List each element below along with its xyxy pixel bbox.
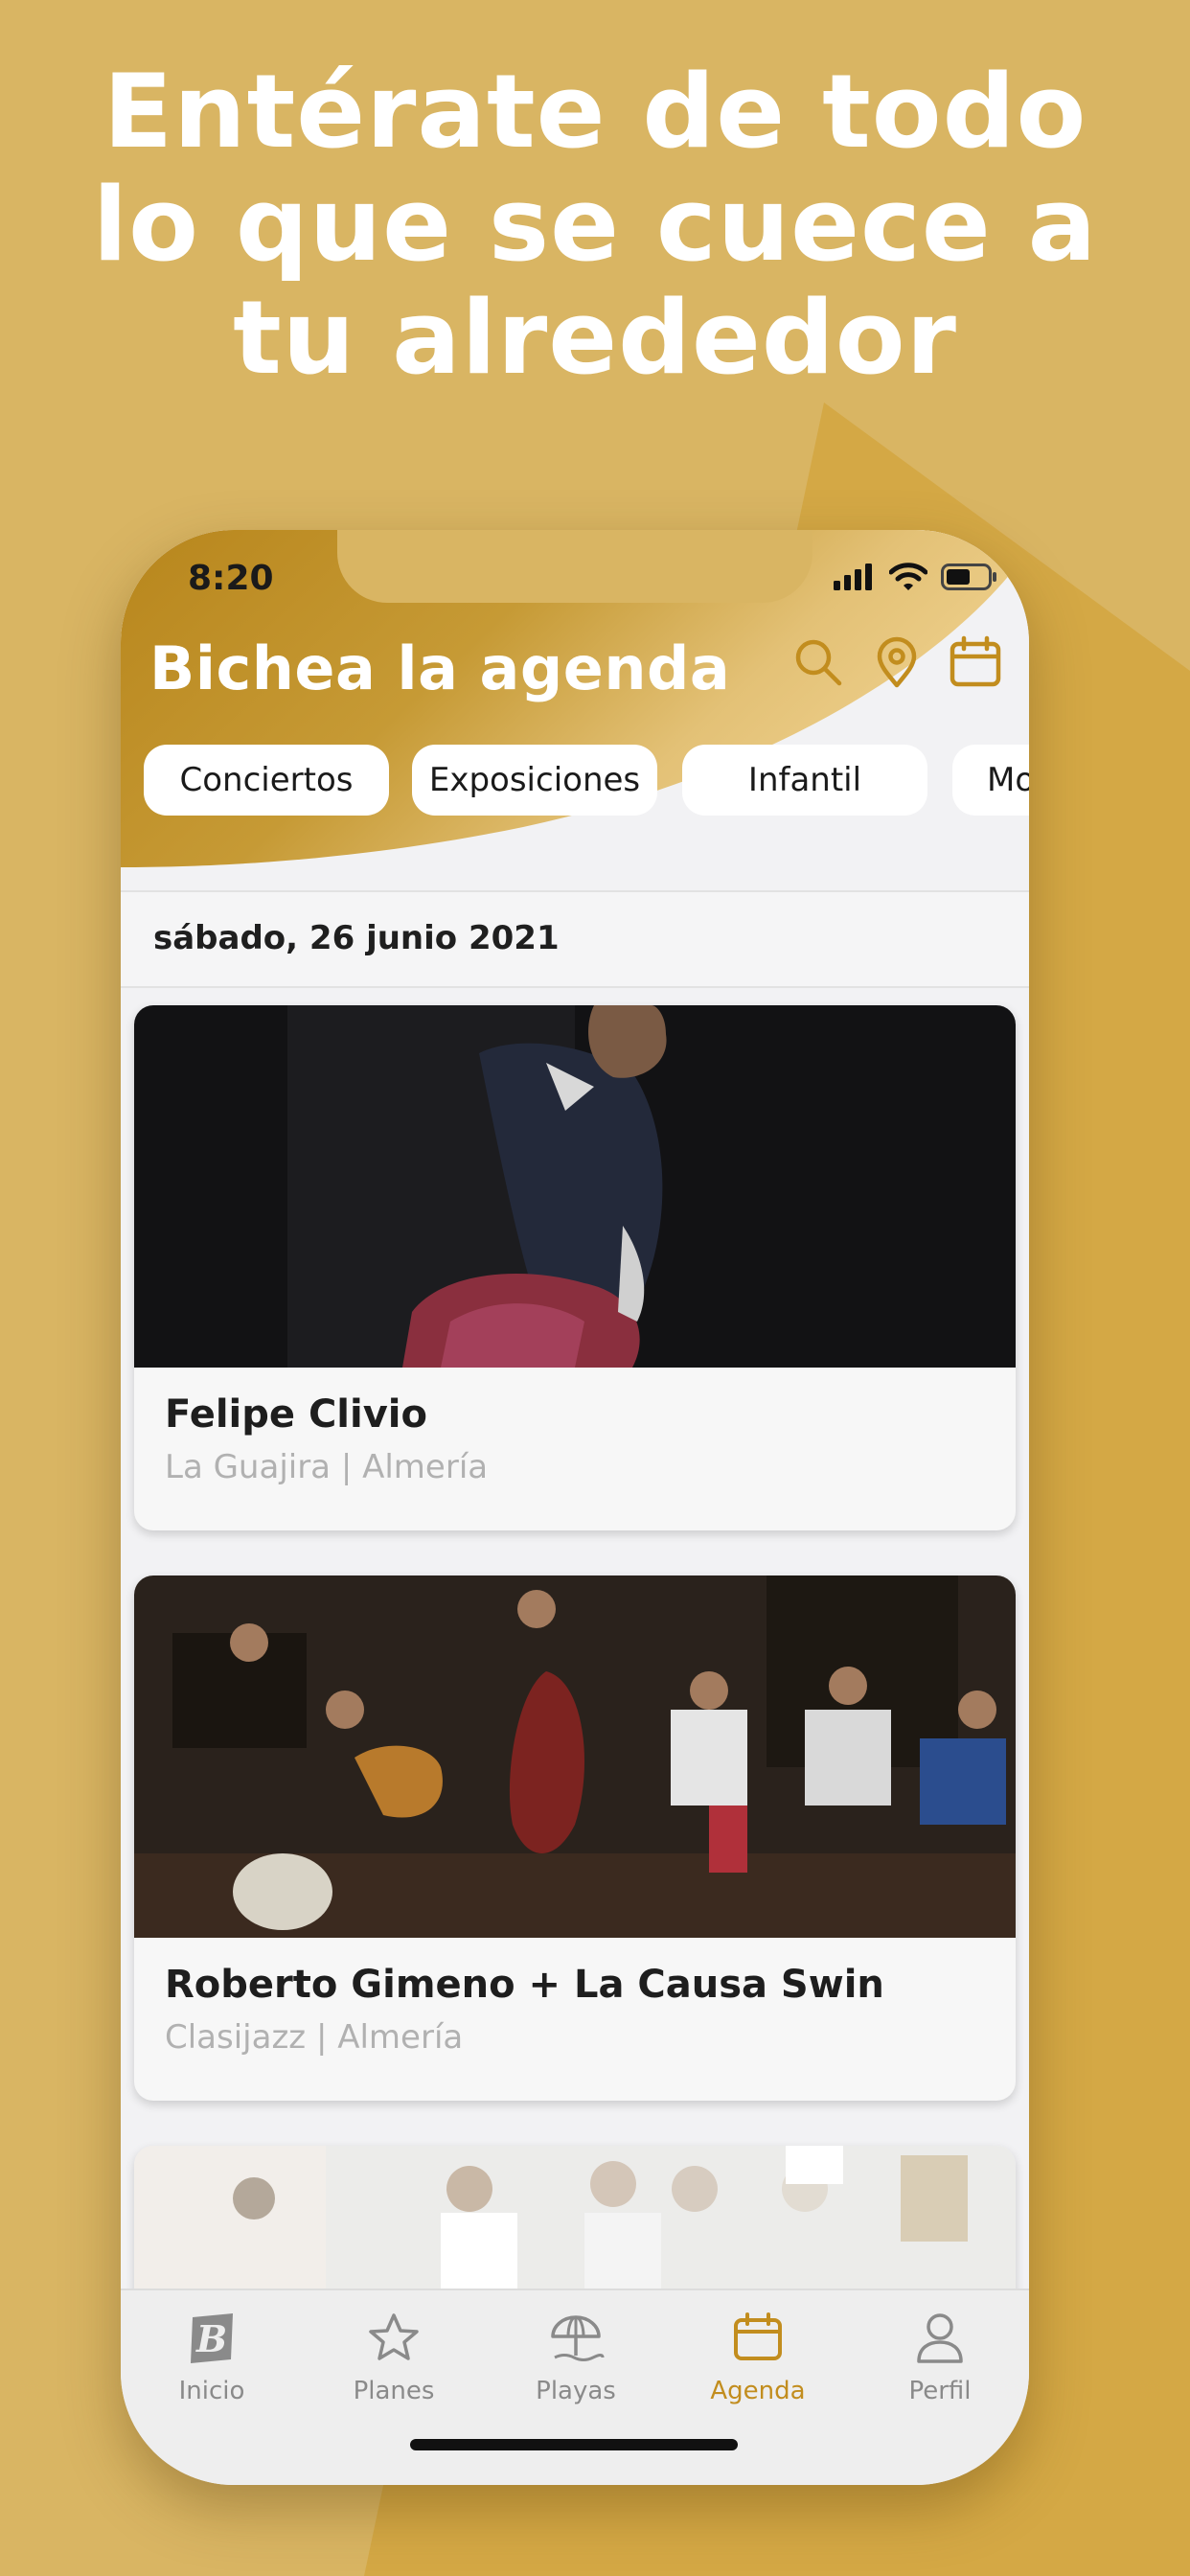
date-section-header: sábado, 26 junio 2021 [121, 890, 1029, 988]
location-pin-icon[interactable] [870, 635, 924, 689]
chip-more[interactable]: Mo [952, 745, 1029, 816]
status-icons [834, 563, 996, 591]
promo-headline-line: lo que se cuece a [92, 166, 1098, 284]
star-icon [369, 2313, 419, 2360]
calendar-icon [734, 2312, 782, 2360]
tab-label: Playas [536, 2377, 616, 2405]
event-photo [134, 1576, 1016, 1938]
event-photo [134, 1005, 1016, 1368]
event-venue: La Guajira | Almería [165, 1448, 489, 1486]
event-venue: Clasijazz | Almería [165, 2018, 464, 2057]
date-label: sábado, 26 junio 2021 [153, 919, 560, 957]
page-title: Bichea la agenda [149, 633, 731, 703]
promo-headline-line: Entérate de todo [103, 53, 1087, 171]
phone-notch [337, 530, 812, 603]
promo-headline: Entérate de todo lo que se cuece a tu al… [0, 56, 1190, 395]
signal-icon [834, 564, 872, 590]
tab-label: Inicio [178, 2377, 245, 2405]
phone-screen: 8:20 Bichea la agenda Conciertos Exposic… [121, 530, 1029, 2485]
tab-label: Perfil [908, 2377, 972, 2405]
bottom-tab-bar: B Inicio Planes Playas Agenda Perfil [121, 2288, 1029, 2485]
event-card[interactable]: Felipe Clivio La Guajira | Almería [134, 1005, 1016, 1530]
chip-infantil[interactable]: Infantil [682, 745, 927, 816]
promo-headline-line: tu alrededor [233, 279, 957, 397]
tab-agenda[interactable]: Agenda [667, 2310, 849, 2405]
chip-exposiciones[interactable]: Exposiciones [412, 745, 657, 816]
user-icon [917, 2313, 963, 2363]
status-time: 8:20 [188, 559, 274, 598]
event-title: Felipe Clivio [165, 1392, 427, 1437]
event-card[interactable]: Roberto Gimeno + La Causa Swin Clasijazz… [134, 1576, 1016, 2101]
tab-perfil[interactable]: Perfil [849, 2310, 1029, 2405]
beach-umbrella-icon [551, 2315, 605, 2361]
tab-inicio[interactable]: B Inicio [121, 2310, 303, 2405]
wifi-icon [889, 563, 927, 590]
chip-conciertos[interactable]: Conciertos [144, 745, 389, 816]
category-chips: Conciertos Exposiciones Infantil Mo [144, 745, 1029, 821]
calendar-icon[interactable] [949, 635, 1002, 689]
event-title: Roberto Gimeno + La Causa Swin [165, 1963, 884, 2007]
tab-label: Planes [353, 2377, 435, 2405]
tab-playas[interactable]: Playas [485, 2310, 667, 2405]
battery-icon [941, 564, 996, 590]
home-logo-icon: B [191, 2313, 233, 2363]
search-icon[interactable] [791, 635, 845, 689]
svg-text:B: B [195, 2317, 227, 2360]
tab-label: Agenda [710, 2377, 806, 2405]
home-indicator [410, 2439, 738, 2450]
tab-planes[interactable]: Planes [303, 2310, 485, 2405]
